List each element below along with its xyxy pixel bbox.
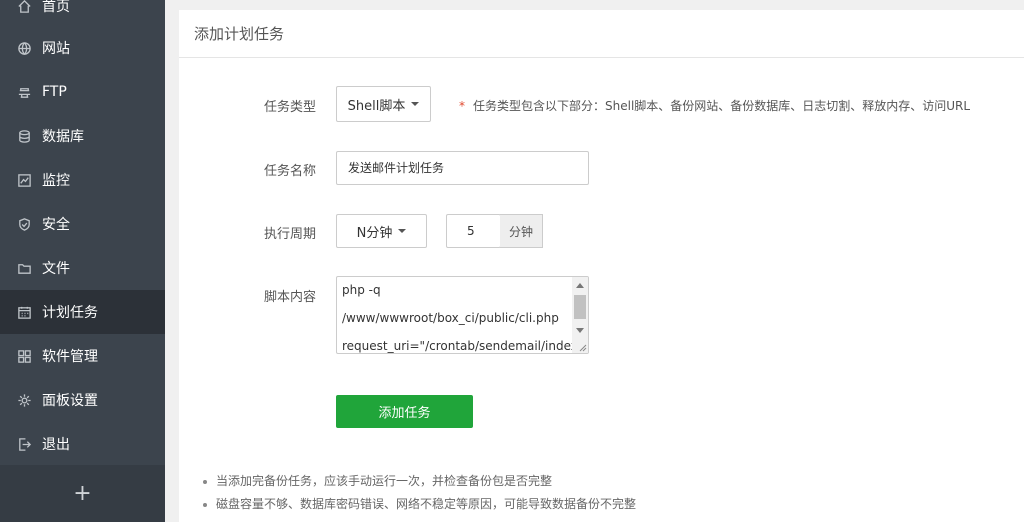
scroll-down-arrow-icon[interactable] [576,328,584,333]
monitor-icon [16,172,32,188]
sidebar-item-website[interactable]: 网站 [0,26,165,70]
task-name-input[interactable]: 发送邮件计划任务 [336,151,589,185]
sidebar-item-label: 文件 [42,261,70,277]
minutes-input[interactable]: 5 [446,214,501,248]
required-star: * [459,99,465,113]
sidebar-item-label: 计划任务 [42,305,98,321]
sidebar-item-label: 软件管理 [42,349,98,365]
shield-icon [16,216,32,232]
sidebar-item-security[interactable]: 安全 [0,202,165,246]
ftp-icon [16,84,32,100]
sidebar-item-label: 监控 [42,173,70,189]
sidebar-item-label: 数据库 [42,129,84,145]
bullet-icon [203,502,207,507]
sidebar-item-label: 网站 [42,41,70,57]
task-type-value: Shell脚本 [347,98,406,114]
sidebar-item-ftp[interactable]: FTP [0,70,165,114]
period-select[interactable]: N分钟 [336,214,427,248]
resize-grip-icon[interactable] [577,342,587,352]
add-cron-panel: 添加计划任务 任务类型 Shell脚本 * 任务类型包含以下部分：Shell脚本、… [179,10,1024,522]
caret-down-icon [411,102,420,106]
bullet-icon [203,479,207,484]
scroll-thumb[interactable] [574,295,586,319]
sidebar-item-settings[interactable]: 面板设置 [0,378,165,422]
sidebar-item-software[interactable]: 软件管理 [0,334,165,378]
task-name-label: 任务名称 [263,164,316,179]
sidebar-item-label: 首页 [42,0,70,15]
task-type-select[interactable]: Shell脚本 [336,86,431,122]
add-task-button[interactable]: 添加任务 [336,395,473,428]
sidebar-item-monitor[interactable]: 监控 [0,158,165,202]
database-icon [16,128,32,144]
script-line: php -q [342,283,381,297]
caret-down-icon [398,229,407,233]
sidebar-item-home[interactable]: 首页 [0,0,165,28]
sidebar: 首页 网站 FTP 数据库 监控 安全 文件 计划任务 软件管理 面板设置 退出 [0,0,165,522]
logout-icon [16,436,32,452]
script-line: /www/wwwroot/box_ci/public/cli.php [342,311,559,325]
sidebar-item-logout[interactable]: 退出 [0,422,165,466]
period-label: 执行周期 [263,227,316,242]
sidebar-add-button[interactable]: + [0,465,165,522]
note-text: 磁盘容量不够、数据库密码错误、网络不稳定等原因，可能导致数据备份不完整 [216,497,637,511]
task-type-hint-text: 任务类型包含以下部分：Shell脚本、备份网站、备份数据库、日志切割、释放内存、… [473,99,971,113]
note-item: 磁盘容量不够、数据库密码错误、网络不稳定等原因，可能导致数据备份不完整 [203,495,636,512]
script-textarea[interactable]: php -q /www/wwwroot/box_ci/public/cli.ph… [336,276,589,354]
folder-icon [16,260,32,276]
calendar-icon [16,304,32,320]
home-icon [16,0,32,14]
sidebar-item-label: 面板设置 [42,393,98,409]
panel-title: 添加计划任务 [179,10,1024,58]
globe-icon [16,40,32,56]
script-line: request_uri="/crontab/sendemail/index" [342,339,584,353]
plus-icon: + [73,481,92,506]
task-type-hint: * 任务类型包含以下部分：Shell脚本、备份网站、备份数据库、日志切割、释放内存… [459,97,970,114]
gear-icon [16,392,32,408]
apps-icon [16,348,32,364]
task-type-label: 任务类型 [263,100,316,115]
sidebar-item-label: 退出 [42,437,70,453]
sidebar-item-label: 安全 [42,217,70,233]
note-text: 当添加完备份任务，应该手动运行一次，并检查备份包是否完整 [216,474,553,488]
period-value: N分钟 [356,225,393,241]
script-label: 脚本内容 [263,290,316,305]
sidebar-item-database[interactable]: 数据库 [0,114,165,158]
sidebar-item-files[interactable]: 文件 [0,246,165,290]
minutes-unit: 分钟 [500,214,543,248]
sidebar-item-label: FTP [42,84,67,100]
sidebar-item-cron[interactable]: 计划任务 [0,290,165,334]
note-item: 当添加完备份任务，应该手动运行一次，并检查备份包是否完整 [203,472,552,489]
scroll-up-arrow-icon[interactable] [576,283,584,288]
